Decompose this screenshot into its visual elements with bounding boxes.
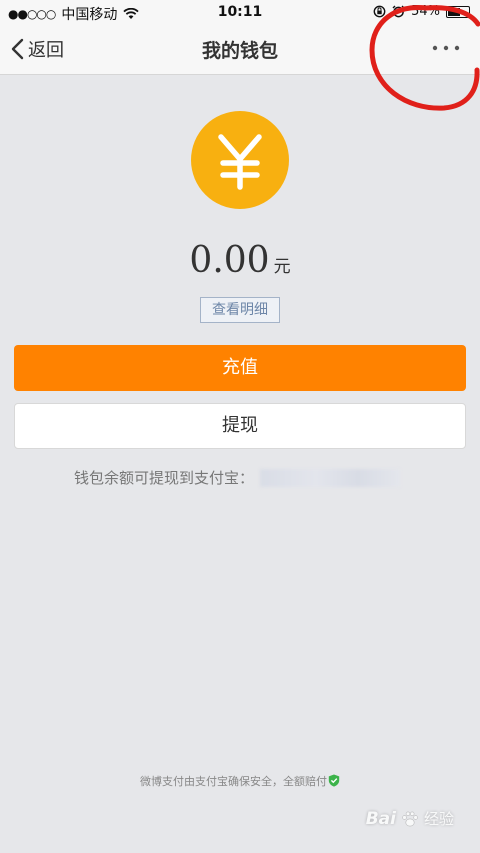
alipay-note-text: 钱包余额可提现到支付宝： [74, 469, 255, 487]
balance-unit: 元 [273, 257, 291, 277]
page-title: 我的钱包 [201, 40, 278, 62]
status-right: 54% [373, 4, 470, 19]
security-note-text: 微博支付由支付宝确保安全，全额赔付 [140, 775, 327, 788]
more-dots-icon[interactable] [428, 34, 464, 62]
balance-amount: 0.00 [189, 240, 270, 281]
battery-icon [446, 5, 470, 18]
alarm-icon [392, 5, 405, 18]
view-details-button[interactable]: 查看明细 [200, 297, 280, 323]
battery-percent: 54% [411, 4, 440, 19]
blurred-alipay-account [260, 468, 401, 487]
withdraw-button[interactable]: 提现 [14, 403, 466, 449]
baidu-jingyan-watermark: Bai 经验 [366, 808, 454, 829]
recharge-button[interactable]: 充值 [14, 345, 466, 391]
shield-check-icon [328, 774, 340, 787]
watermark-brand: Bai [365, 808, 396, 829]
nav-bar: 返回 我的钱包 [0, 24, 480, 75]
yuan-coin-icon [191, 111, 289, 209]
watermark-suffix: 经验 [423, 810, 454, 828]
balance-display: 0.00 元 [0, 240, 480, 281]
security-footer: 微博支付由支付宝确保安全，全额赔付 [0, 773, 480, 789]
paw-icon [402, 811, 418, 826]
alipay-withdraw-note: 钱包余额可提现到支付宝： [74, 467, 401, 488]
status-bar: ●●○○○ 中国移动 10:11 54% [0, 0, 480, 24]
orientation-lock-icon [373, 5, 386, 18]
